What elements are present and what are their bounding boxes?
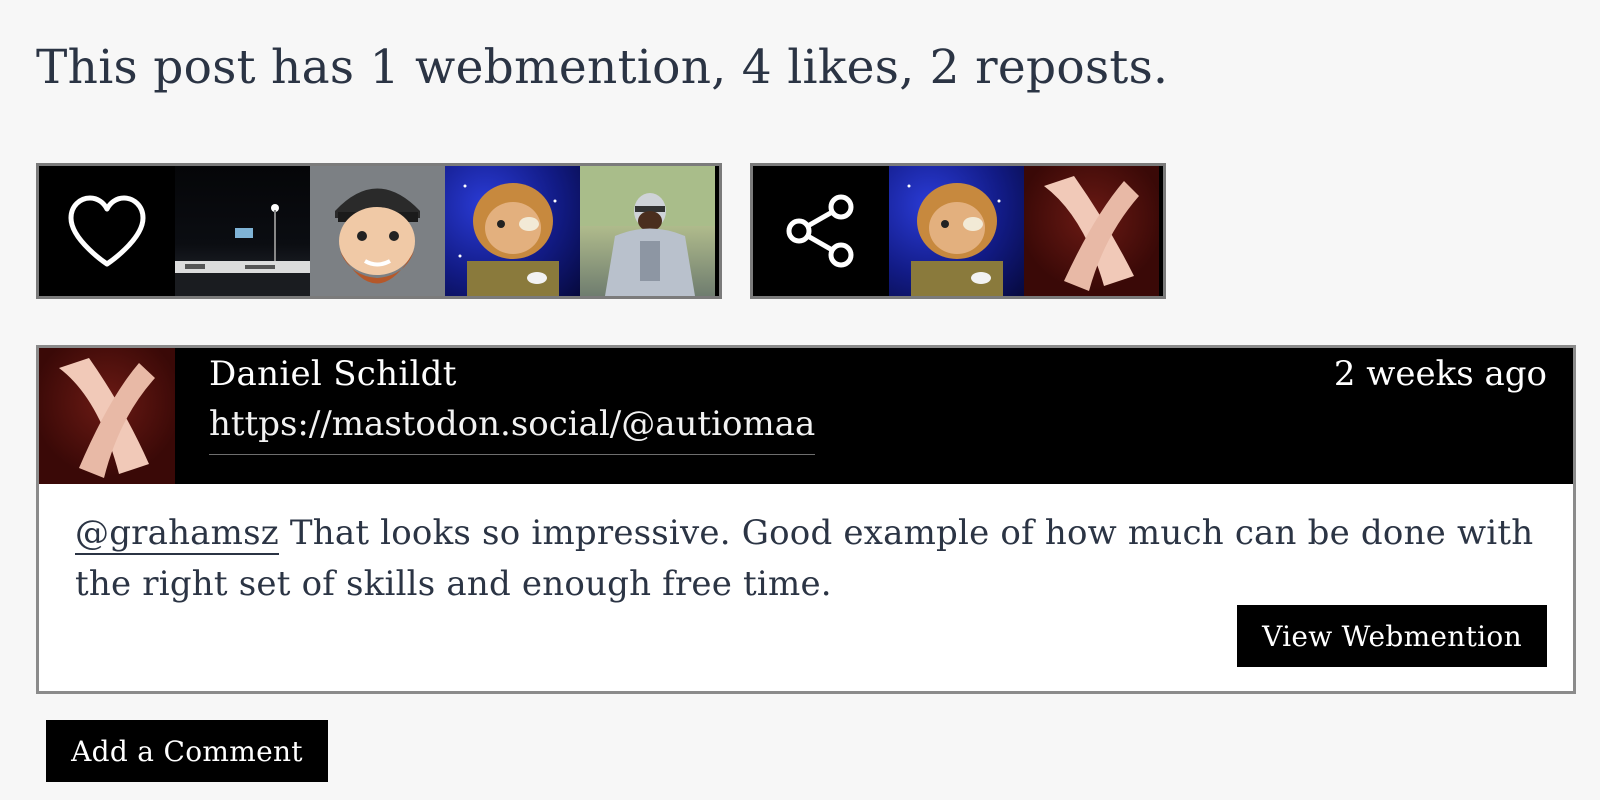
add-comment-button[interactable]: Add a Comment: [46, 720, 328, 782]
like-avatar-1[interactable]: [175, 166, 310, 296]
mention-link[interactable]: @grahamsz: [75, 513, 279, 555]
comment-text: @grahamsz That looks so impressive. Good…: [75, 508, 1545, 610]
like-avatar-2[interactable]: [310, 166, 445, 296]
like-avatar-4[interactable]: [580, 166, 715, 296]
webmentions-section: This post has 1 webmention, 4 likes, 2 r…: [0, 0, 1600, 800]
webmention-header: Daniel Schildt https://mastodon.social/@…: [39, 348, 1573, 484]
like-avatar-3[interactable]: [445, 166, 580, 296]
likes-strip: [36, 163, 722, 299]
webmention-body: @grahamsz That looks so impressive. Good…: [39, 484, 1573, 694]
author-name: Daniel Schildt: [209, 354, 457, 394]
reposts-strip: [750, 163, 1166, 299]
share-icon: [753, 166, 889, 296]
comment-body-text: That looks so impressive. Good example o…: [75, 513, 1534, 604]
repost-avatar-1[interactable]: [889, 166, 1024, 296]
comment-time: 2 weeks ago: [1333, 354, 1547, 394]
heart-icon: [39, 166, 175, 296]
webmention-card: Daniel Schildt https://mastodon.social/@…: [36, 345, 1576, 694]
repost-avatar-2[interactable]: [1024, 166, 1159, 296]
author-url-link[interactable]: https://mastodon.social/@autiomaa: [209, 404, 816, 455]
author-avatar[interactable]: [39, 348, 175, 484]
webmention-summary: This post has 1 webmention, 4 likes, 2 r…: [36, 40, 1169, 95]
view-webmention-button[interactable]: View Webmention: [1237, 605, 1547, 667]
